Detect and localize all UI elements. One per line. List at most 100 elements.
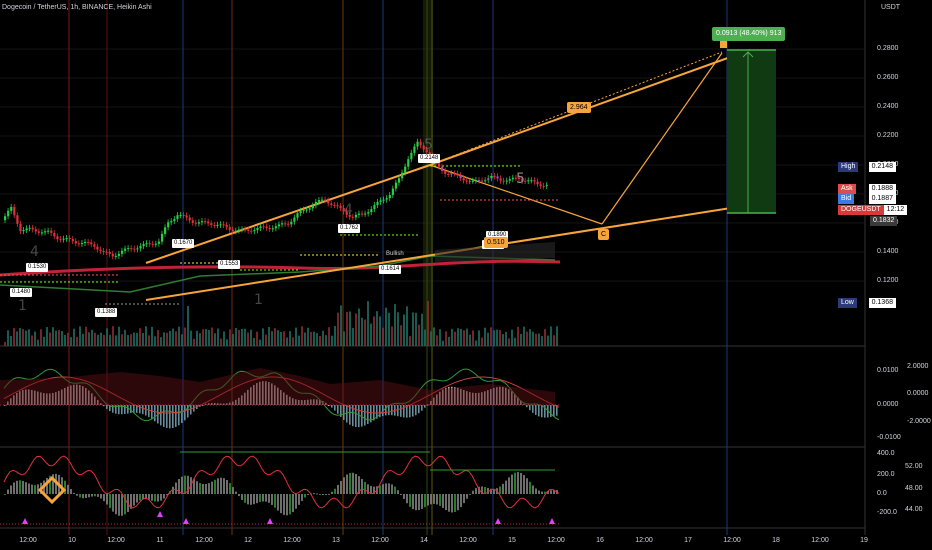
candle-body bbox=[130, 248, 133, 250]
candle-body bbox=[151, 243, 154, 245]
volume-bar bbox=[220, 338, 222, 346]
candle-body bbox=[382, 199, 385, 201]
volume-bar bbox=[478, 330, 480, 346]
osc-bar bbox=[100, 494, 102, 499]
osc-bar bbox=[154, 494, 156, 502]
candle-body bbox=[31, 227, 34, 230]
wave-c-marker[interactable]: C bbox=[598, 229, 610, 240]
osc-bar bbox=[118, 494, 120, 516]
volume-bar bbox=[313, 331, 315, 346]
osc-bar bbox=[88, 494, 90, 498]
candle-body bbox=[404, 166, 407, 173]
osc-bar bbox=[286, 494, 288, 516]
volume-bar bbox=[316, 333, 318, 346]
volume-bar bbox=[529, 329, 531, 346]
candle-body bbox=[465, 180, 468, 182]
measure-label[interactable]: 0.0913 (48.40%) 913 bbox=[712, 27, 786, 41]
volume-bar bbox=[274, 328, 276, 346]
volume-bar bbox=[124, 329, 126, 346]
osc-bar bbox=[34, 484, 36, 494]
volume-bar bbox=[466, 328, 468, 346]
candle-body bbox=[259, 226, 262, 229]
osc-bar bbox=[436, 494, 438, 505]
candle-body bbox=[324, 199, 327, 201]
candle-body bbox=[13, 206, 16, 216]
x-axis-label: 13 bbox=[332, 537, 340, 544]
volume-bar bbox=[481, 337, 483, 346]
volume-bar bbox=[250, 329, 252, 346]
fib-label-2964[interactable]: 2.964 bbox=[567, 102, 591, 113]
osc-bar bbox=[439, 494, 441, 506]
chart-canvas[interactable] bbox=[0, 0, 932, 550]
macd-histogram-bar bbox=[535, 405, 537, 415]
candle-body bbox=[499, 178, 502, 181]
macd-histogram-bar bbox=[424, 405, 426, 408]
volume-bar bbox=[265, 334, 267, 346]
osc-bar bbox=[334, 488, 336, 494]
x-axis-label: 12 bbox=[244, 537, 252, 544]
candle-body bbox=[188, 217, 191, 221]
volume-bar bbox=[544, 329, 546, 346]
macd-histogram-bar bbox=[421, 405, 423, 411]
projection-box bbox=[727, 50, 776, 213]
macd-histogram-bar bbox=[163, 405, 165, 427]
osc-bar bbox=[343, 477, 345, 494]
macd-histogram-bar bbox=[166, 405, 168, 428]
volume-bar bbox=[151, 326, 153, 346]
candle-body bbox=[373, 205, 376, 210]
candle-body bbox=[481, 180, 484, 182]
candle-body bbox=[321, 199, 324, 201]
symbol-title[interactable]: Dogecoin / TetherUS, 1h, BINANCE, Heikin… bbox=[2, 3, 152, 13]
volume-bar bbox=[493, 330, 495, 346]
x-axis-label: 12:00 bbox=[107, 537, 125, 544]
macd-histogram-bar bbox=[178, 405, 180, 426]
volume-bar bbox=[337, 312, 339, 346]
macd-histogram-bar bbox=[409, 405, 411, 418]
volume-bar bbox=[223, 331, 225, 346]
volume-bar bbox=[373, 316, 375, 346]
candle-body bbox=[354, 214, 358, 218]
price-tag: 0.1832 bbox=[870, 216, 898, 226]
volume-bar bbox=[523, 326, 525, 346]
volume-bar bbox=[64, 335, 66, 346]
volume-bar bbox=[37, 339, 39, 346]
rsi-axis-label: 48.00 bbox=[905, 485, 923, 492]
volume-bar bbox=[532, 331, 534, 346]
osc-bar bbox=[502, 483, 504, 494]
osc-bar bbox=[133, 494, 135, 506]
volume-bar bbox=[298, 335, 300, 346]
macd-axis-label: 0.0100 bbox=[877, 367, 899, 374]
candle-body bbox=[114, 255, 117, 257]
volume-bar bbox=[7, 330, 9, 346]
candle-body bbox=[200, 221, 204, 223]
rsi-axis-label: 200.0 bbox=[877, 471, 895, 478]
volume-bar bbox=[454, 331, 456, 346]
osc-bar bbox=[97, 494, 99, 497]
candle-body bbox=[477, 180, 481, 182]
osc-bar bbox=[361, 479, 363, 494]
osc-bar bbox=[265, 494, 267, 502]
candle-body bbox=[437, 163, 441, 167]
candle-body bbox=[194, 222, 198, 224]
volume-bar bbox=[469, 334, 471, 346]
price-axis-label: 0.1200 bbox=[877, 277, 899, 284]
macd-histogram-bar bbox=[103, 405, 105, 407]
macd-histogram-bar bbox=[331, 405, 333, 408]
price-tag-label: Bid bbox=[838, 194, 855, 204]
osc-bar bbox=[151, 494, 153, 501]
volume-bar bbox=[379, 316, 381, 346]
macd-histogram-bar bbox=[328, 404, 330, 406]
macd-histogram-bar bbox=[202, 405, 204, 406]
osc-bar bbox=[235, 491, 237, 494]
candle-body bbox=[120, 250, 124, 254]
osc-bar bbox=[538, 490, 540, 494]
x-axis-label: 12:00 bbox=[195, 537, 213, 544]
fib-label-0510[interactable]: 0.510 bbox=[484, 237, 508, 248]
candle-body bbox=[84, 241, 87, 244]
candle-body bbox=[96, 246, 99, 250]
osc-bar bbox=[514, 472, 516, 494]
volume-bar bbox=[370, 323, 372, 346]
volume-bar bbox=[217, 328, 219, 346]
candle-body bbox=[90, 242, 93, 245]
candle-body bbox=[47, 230, 50, 232]
